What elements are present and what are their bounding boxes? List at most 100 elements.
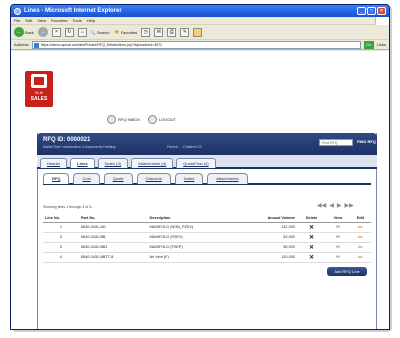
cell-annual-volume: 132,000 (237, 222, 297, 233)
subtab-quote[interactable]: Quote (103, 173, 133, 184)
cell-annual-volume: 55,000 (237, 242, 297, 253)
edit-button[interactable]: ✏ (349, 242, 371, 253)
logo-sub: SLM (34, 90, 44, 95)
cell-description: MANIFOLD (PZEV) (147, 232, 238, 243)
view-icon: ∞ (336, 234, 340, 240)
menu-favorites[interactable]: Favorites (51, 18, 67, 23)
view-icon: ∞ (336, 244, 340, 250)
search-button[interactable]: 🔍 Search (91, 30, 110, 35)
tab-attachments[interactable]: Attachments (4) (131, 158, 174, 168)
menu-file[interactable]: File (14, 18, 20, 23)
delete-button[interactable]: ✕ (296, 232, 327, 243)
rfq-inbox-label: RFQ INBOX (118, 117, 141, 122)
view-button[interactable]: ∞ (326, 222, 350, 233)
inbox-icon (107, 115, 116, 124)
rfq-header: RFQ ID: 0000021 Mallet Tool+ Automotive … (37, 133, 377, 155)
history-icon[interactable]: ◷ (141, 27, 151, 37)
rfq-parent-link[interactable]: Parent → Children 23 (167, 145, 202, 149)
tab-quoteflow[interactable]: QuoteFlow (4) (176, 158, 216, 168)
tab-header[interactable]: Header (40, 158, 68, 168)
back-label: Back (25, 29, 34, 35)
cell-line-no: 1 (43, 222, 79, 233)
subtab-cost[interactable]: Cost (73, 173, 100, 184)
pencil-icon: ✏ (357, 224, 363, 231)
subtab-outcome[interactable]: Outcome (136, 173, 171, 184)
find-rfq-input[interactable]: Find RFQ (319, 139, 353, 146)
browser-window: Lines - Microsoft Internet Explorer _ □ … (10, 4, 390, 330)
main-tabs: Header Lines Notes (3) Attachments (4) Q… (37, 155, 377, 169)
find-rfq-button[interactable]: FIND RFQ (357, 139, 376, 144)
slm-sales-logo: SLM SALES (25, 71, 53, 107)
cell-description: MANIFOLD (NON_PZEV) (147, 222, 238, 233)
table-header-row: Line No. Part No. Description Annual Vol… (43, 215, 371, 223)
col-part-no[interactable]: Part No. (78, 215, 148, 223)
tab-lines[interactable]: Lines (70, 158, 95, 168)
print-icon[interactable]: ⎙ (167, 27, 177, 37)
col-description[interactable]: Description (147, 215, 238, 223)
minimize-button[interactable]: _ (357, 7, 366, 15)
col-view: View (326, 215, 350, 223)
menu-edit[interactable]: Edit (25, 18, 32, 23)
delete-button[interactable]: ✕ (296, 222, 327, 233)
menu-help[interactable]: Help (87, 18, 95, 23)
menu-bar: File Edit View Favorites Tools Help (11, 16, 389, 25)
star-icon: ★ (113, 29, 120, 36)
edit-button[interactable]: ✏ (349, 252, 371, 263)
next-page-icon[interactable]: ▶ (337, 202, 342, 209)
home-icon[interactable]: ⌂ (77, 27, 87, 37)
cell-line-no: 2 (43, 232, 79, 243)
view-button[interactable]: ∞ (326, 242, 350, 253)
view-button[interactable]: ∞ (326, 252, 350, 263)
rfq-subtitle: Mallet Tool+ Automotive Components Holdi… (43, 145, 116, 149)
cell-line-no: 3 (43, 242, 79, 253)
delete-button[interactable]: ✕ (296, 252, 327, 263)
pencil-icon: ✏ (357, 234, 363, 241)
edit-button[interactable]: ✏ (349, 222, 371, 233)
folder-icon[interactable] (193, 27, 203, 37)
prev-page-icon[interactable]: ◀ (329, 202, 334, 209)
menu-view[interactable]: View (37, 18, 46, 23)
menu-tools[interactable]: Tools (72, 18, 81, 23)
col-delete: Delete (296, 215, 327, 223)
links-label[interactable]: Links (377, 42, 386, 47)
rfq-inbox-link[interactable]: RFQ INBOX (107, 115, 140, 124)
subtab-notes[interactable]: Notes (174, 173, 204, 184)
cell-part-no: 6540-0431-BB1 (78, 242, 148, 253)
first-page-icon[interactable]: ◀◀ (317, 202, 326, 209)
sub-tabs: RFQ Cost Quote Outcome Notes Attachments (43, 173, 371, 185)
address-bar: Address https://demo.spinal.com/sls/Priv… (11, 40, 389, 50)
forward-button[interactable]: → (37, 27, 48, 37)
table-row: 4 6540-0431-BBTT-8 Air Vent (F) 110,000 … (43, 252, 371, 263)
mail-icon[interactable]: ✉ (154, 27, 164, 37)
address-input[interactable]: https://demo.spinal.com/sls/Private/RFQ_… (31, 40, 361, 49)
logout-link[interactable]: LOGOUT (148, 115, 176, 124)
pencil-icon: ✏ (357, 244, 363, 251)
ie-logo-icon (14, 7, 21, 15)
stop-icon[interactable]: × (51, 27, 61, 37)
windows-flag-icon (375, 16, 389, 25)
tab-notes[interactable]: Notes (3) (97, 158, 129, 168)
delete-icon: ✕ (308, 224, 314, 231)
col-edit: Edit (349, 215, 371, 223)
lines-table: Line No. Part No. Description Annual Vol… (43, 215, 371, 263)
table-row: 3 6540-0431-BB1 MANIFOLD (PZEP) 55,000 ✕… (43, 242, 371, 253)
subtab-rfq[interactable]: RFQ (43, 173, 70, 184)
view-button[interactable]: ∞ (326, 232, 350, 243)
favorites-button[interactable]: ★ Favorites (114, 28, 138, 36)
delete-icon: ✕ (308, 234, 314, 241)
edit-button[interactable]: ✏ (349, 232, 371, 243)
edit-page-icon[interactable]: ✎ (180, 27, 190, 37)
cell-annual-volume: 52,000 (237, 232, 297, 243)
maximize-button[interactable]: □ (367, 7, 376, 15)
last-page-icon[interactable]: ▶▶ (344, 202, 353, 209)
back-button[interactable]: ← Back (14, 27, 34, 37)
add-rfq-line-button[interactable]: Add RFQ Line (327, 267, 367, 276)
refresh-icon[interactable]: ↻ (64, 27, 74, 37)
delete-icon: ✕ (308, 254, 314, 261)
col-annual-volume[interactable]: Annual Volume (237, 215, 297, 223)
col-line-no[interactable]: Line No. (43, 215, 79, 223)
go-button[interactable]: Go (363, 40, 374, 49)
delete-button[interactable]: ✕ (296, 242, 327, 253)
subtab-attachments[interactable]: Attachments (207, 173, 248, 184)
close-button[interactable]: × (377, 7, 386, 15)
